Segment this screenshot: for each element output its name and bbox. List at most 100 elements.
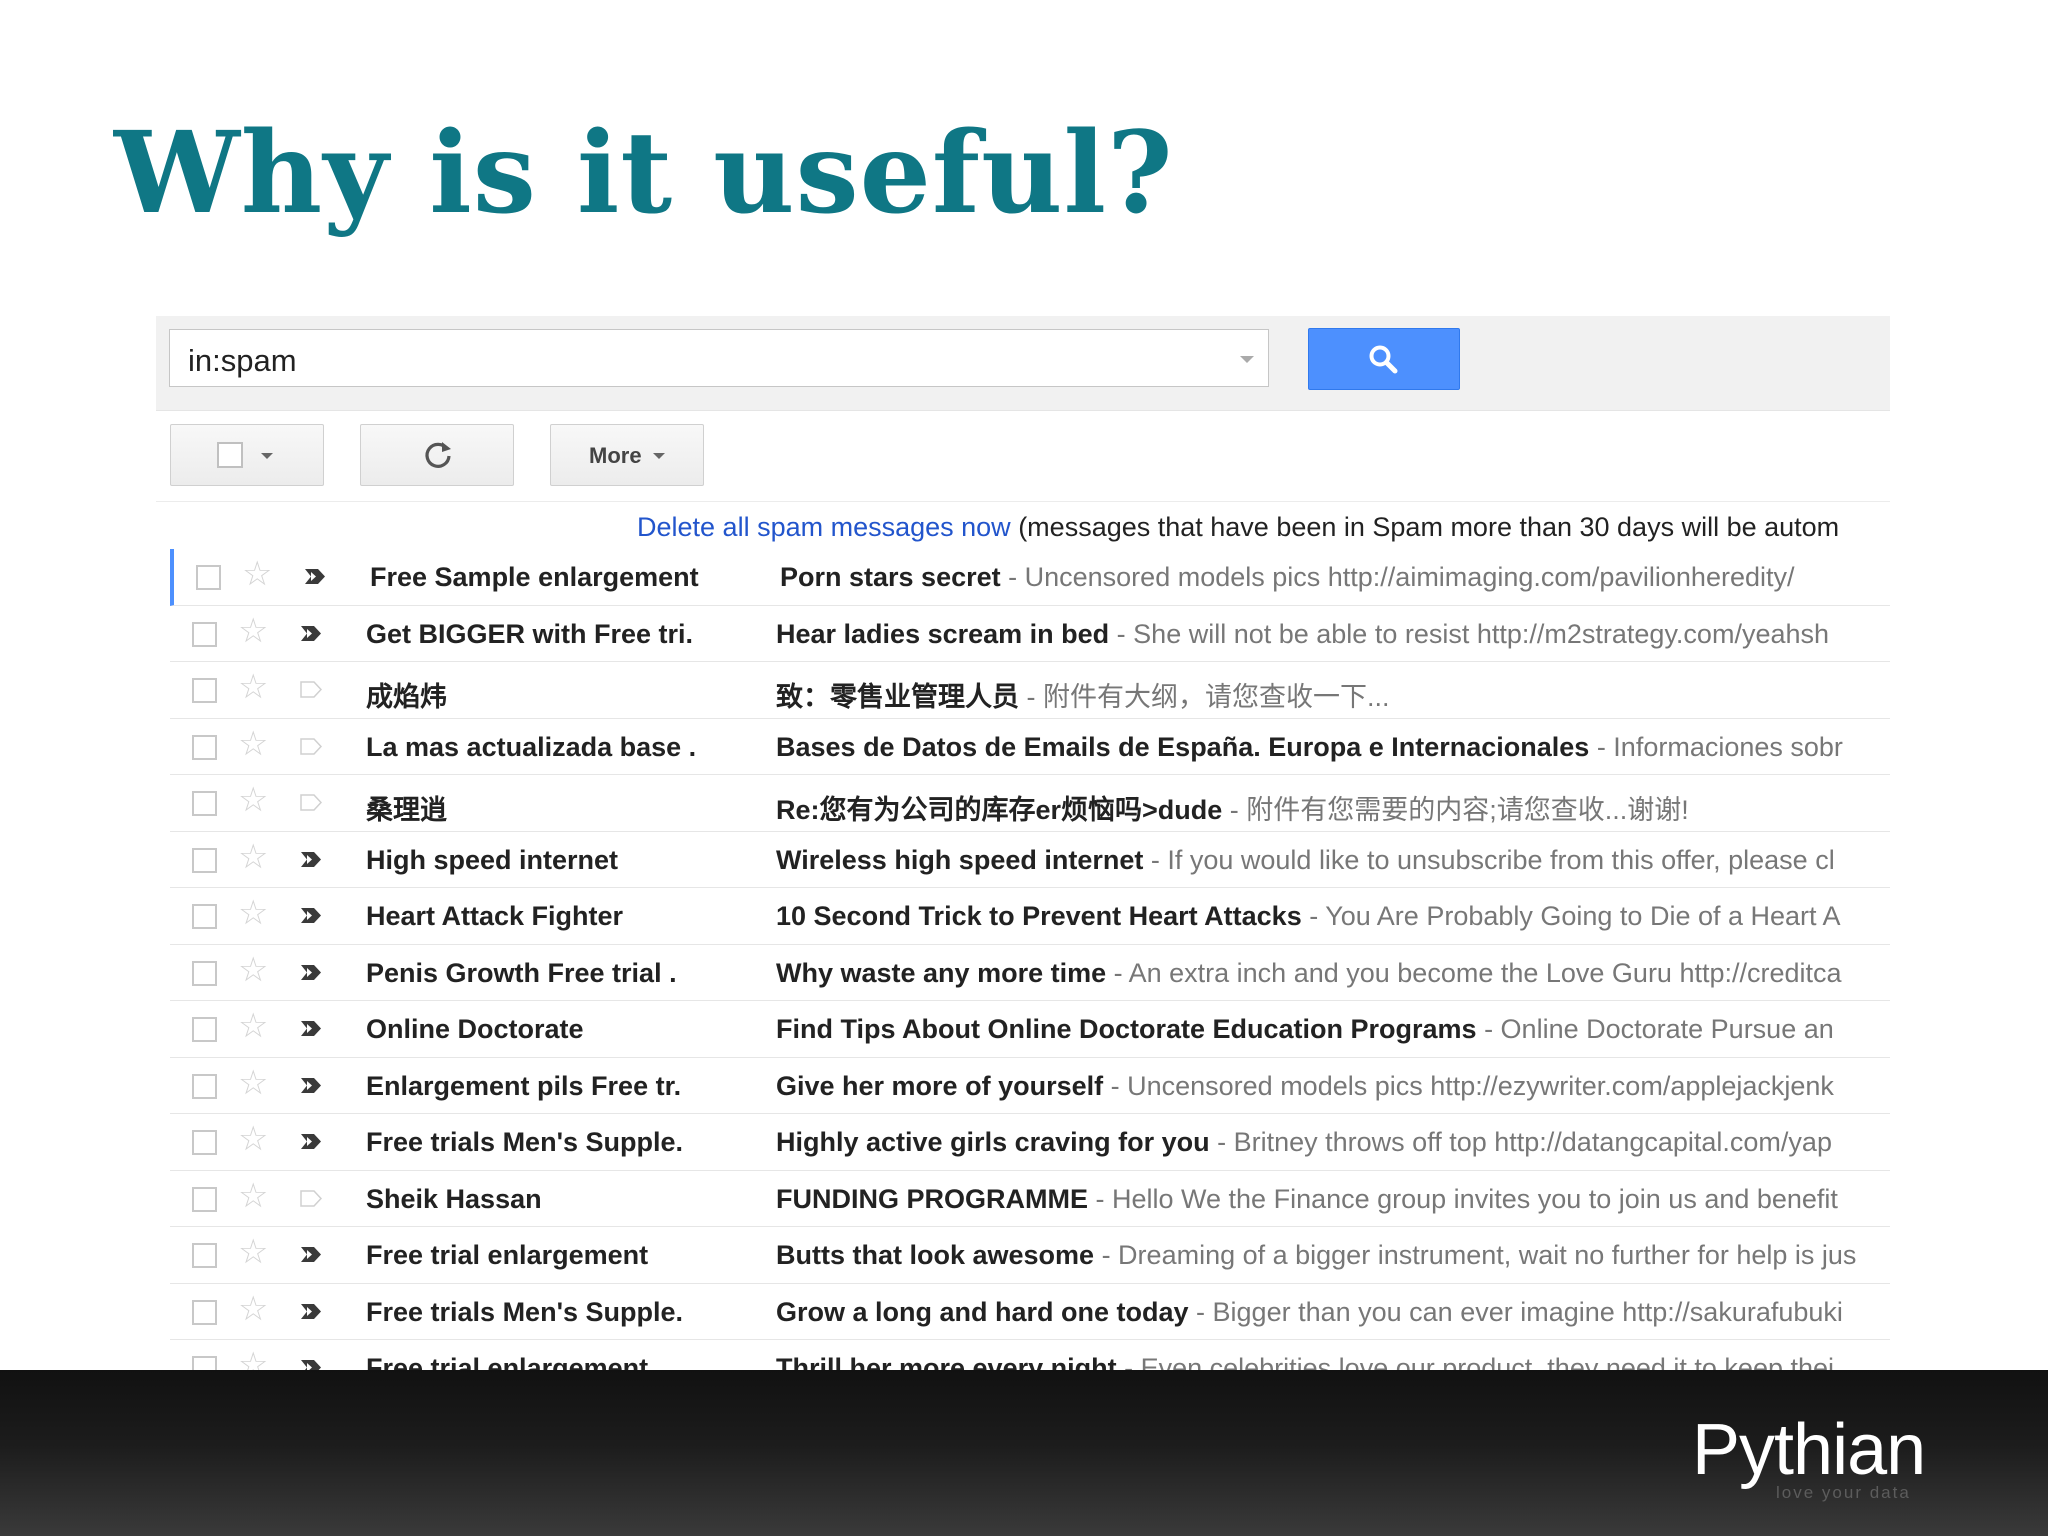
row-checkbox[interactable]: [192, 1356, 217, 1370]
star-icon[interactable]: ☆: [238, 1348, 268, 1370]
more-button[interactable]: More: [550, 424, 704, 486]
delete-all-spam-link[interactable]: Delete all spam messages now: [637, 512, 1011, 542]
search-input[interactable]: in:spam: [169, 329, 1269, 387]
slide-footer: Pythian love your data: [0, 1370, 2048, 1536]
gmail-screenshot: in:spam More Delete all spam messages no…: [156, 316, 1890, 1370]
select-all-checkbox[interactable]: [217, 442, 243, 468]
importance-marker-icon[interactable]: [300, 737, 323, 755]
importance-marker-icon[interactable]: [300, 851, 322, 868]
table-row[interactable]: ☆ Penis Growth Free trial . Why waste any …: [170, 945, 1890, 1001]
row-checkbox[interactable]: [192, 1186, 217, 1212]
star-icon[interactable]: ☆: [238, 727, 268, 761]
row-checkbox[interactable]: [192, 1243, 217, 1268]
email-subject-line: Porn stars secret - Uncensored models pi…: [780, 562, 1890, 593]
star-icon[interactable]: ☆: [238, 1292, 268, 1326]
email-subject-line: Thrill her more every night - Even celeb…: [776, 1353, 1890, 1370]
table-row[interactable]: ☆ 桑理逍 Re:您有为公司的库存er烦恼吗>dude - 附件有您需要的内容;请您…: [170, 775, 1890, 832]
email-subject: Why waste any more time: [776, 957, 1107, 988]
table-row[interactable]: ☆ 成焰炜 致：零售业管理人员 - 附件有大纲，请您查收一下...: [170, 662, 1890, 719]
email-subject-line: FUNDING PROGRAMME - Hello We the Finance…: [776, 1184, 1890, 1215]
email-subject: Give her more of yourself: [776, 1070, 1104, 1101]
row-checkbox[interactable]: [192, 904, 217, 929]
row-checkbox[interactable]: [192, 1299, 217, 1325]
email-sender: 桑理逍: [366, 795, 447, 825]
star-icon[interactable]: ☆: [238, 1235, 268, 1269]
star-icon[interactable]: ☆: [242, 557, 272, 591]
row-checkbox[interactable]: [192, 847, 217, 873]
email-sender: Enlargement pils Free tr.: [366, 1070, 682, 1101]
importance-marker-icon[interactable]: [300, 1020, 322, 1037]
email-sender: Free trials Men's Supple.: [366, 1127, 684, 1157]
refresh-button[interactable]: [360, 424, 514, 486]
importance-marker-icon[interactable]: [300, 625, 322, 642]
table-row[interactable]: ☆ La mas actualizada base . Bases de Datos…: [170, 719, 1890, 775]
email-snippet: - Online Doctorate Pursue an: [1476, 1014, 1834, 1044]
row-checkbox[interactable]: [192, 960, 217, 986]
table-row[interactable]: ☆ Heart Attack Fighter 10 Second Trick to …: [170, 888, 1890, 945]
email-snippet: - Hello We the Finance group invites you…: [1088, 1183, 1838, 1214]
email-sender: Free Sample enlargement: [370, 562, 699, 592]
row-checkbox[interactable]: [192, 791, 217, 816]
email-sender: La mas actualizada base .: [366, 731, 697, 762]
email-sender: Free trial enlargement: [366, 1240, 649, 1270]
star-icon[interactable]: ☆: [238, 1122, 268, 1156]
email-snippet: - 附件有大纲，请您查收一下...: [1019, 682, 1390, 712]
email-subject-line: Wireless high speed internet - If you wo…: [776, 845, 1890, 876]
importance-marker-icon[interactable]: [300, 964, 322, 981]
search-query: in:spam: [188, 343, 297, 378]
importance-marker-icon[interactable]: [304, 568, 326, 585]
email-snippet: - She will not be able to resist http://…: [1109, 618, 1830, 649]
importance-marker-icon[interactable]: [300, 1189, 323, 1207]
email-snippet: - 附件有您需要的内容;请您查收...谢谢!: [1222, 795, 1689, 825]
search-button[interactable]: [1308, 328, 1460, 390]
row-checkbox[interactable]: [192, 1017, 217, 1042]
row-checkbox[interactable]: [192, 621, 217, 647]
table-row[interactable]: ☆ Get BIGGER with Free tri. Hear ladies sc…: [170, 606, 1890, 662]
importance-marker-icon[interactable]: [300, 1246, 322, 1263]
star-icon[interactable]: ☆: [238, 1009, 268, 1043]
table-row[interactable]: ☆ Free trials Men's Supple. Highly active …: [170, 1114, 1890, 1171]
email-subject: FUNDING PROGRAMME: [776, 1183, 1088, 1214]
importance-marker-icon[interactable]: [300, 681, 323, 698]
table-row[interactable]: ☆ Free Sample enlargement Porn stars secre…: [170, 549, 1890, 606]
star-icon[interactable]: ☆: [238, 1179, 268, 1213]
email-sender: 成焰炜: [366, 682, 447, 712]
select-all-button[interactable]: [170, 424, 324, 486]
search-options-arrow-icon[interactable]: [1240, 356, 1254, 363]
email-sender: Sheik Hassan: [366, 1183, 542, 1214]
importance-marker-icon[interactable]: [300, 794, 323, 811]
importance-marker-icon[interactable]: [300, 907, 322, 924]
row-checkbox[interactable]: [192, 1130, 217, 1155]
table-row[interactable]: ☆ Sheik Hassan FUNDING PROGRAMME - Hello W…: [170, 1171, 1890, 1227]
table-row[interactable]: ☆ Free trial enlargement Butts that look a…: [170, 1227, 1890, 1284]
star-icon[interactable]: ☆: [238, 840, 268, 874]
row-checkbox[interactable]: [192, 678, 217, 703]
star-icon[interactable]: ☆: [238, 614, 268, 648]
email-subject-line: Re:您有为公司的库存er烦恼吗>dude - 附件有您需要的内容;请您查收..…: [776, 788, 1890, 827]
toolbar: More: [156, 424, 1890, 500]
table-row[interactable]: ☆ Free trials Men's Supple. Grow a long an…: [170, 1284, 1890, 1340]
email-snippet: - Informaciones sobr: [1589, 731, 1843, 762]
importance-marker-icon[interactable]: [300, 1359, 322, 1370]
row-checkbox[interactable]: [192, 734, 217, 760]
table-row[interactable]: ☆ Enlargement pils Free tr. Give her more …: [170, 1058, 1890, 1114]
email-sender: Free trials Men's Supple.: [366, 1296, 684, 1327]
table-row[interactable]: ☆ Free trial enlargement Thrill her more e…: [170, 1340, 1890, 1370]
email-subject-line: Why waste any more time - An extra inch …: [776, 958, 1890, 989]
importance-marker-icon[interactable]: [300, 1077, 322, 1094]
star-icon[interactable]: ☆: [238, 670, 268, 704]
row-checkbox[interactable]: [192, 1073, 217, 1099]
email-snippet: - Dreaming of a bigger instrument, wait …: [1094, 1240, 1857, 1270]
importance-marker-icon[interactable]: [300, 1133, 322, 1150]
table-row[interactable]: ☆ High speed internet Wireless high speed …: [170, 832, 1890, 888]
star-icon[interactable]: ☆: [238, 1066, 268, 1100]
email-subject-line: 10 Second Trick to Prevent Heart Attacks…: [776, 901, 1890, 932]
email-snippet: - Britney throws off top http://datangca…: [1209, 1127, 1832, 1157]
star-icon[interactable]: ☆: [238, 896, 268, 930]
row-checkbox[interactable]: [196, 565, 221, 590]
star-icon[interactable]: ☆: [238, 953, 268, 987]
chevron-down-icon: [261, 453, 273, 459]
table-row[interactable]: ☆ Online Doctorate Find Tips About Online …: [170, 1001, 1890, 1058]
importance-marker-icon[interactable]: [300, 1303, 322, 1320]
star-icon[interactable]: ☆: [238, 783, 268, 817]
